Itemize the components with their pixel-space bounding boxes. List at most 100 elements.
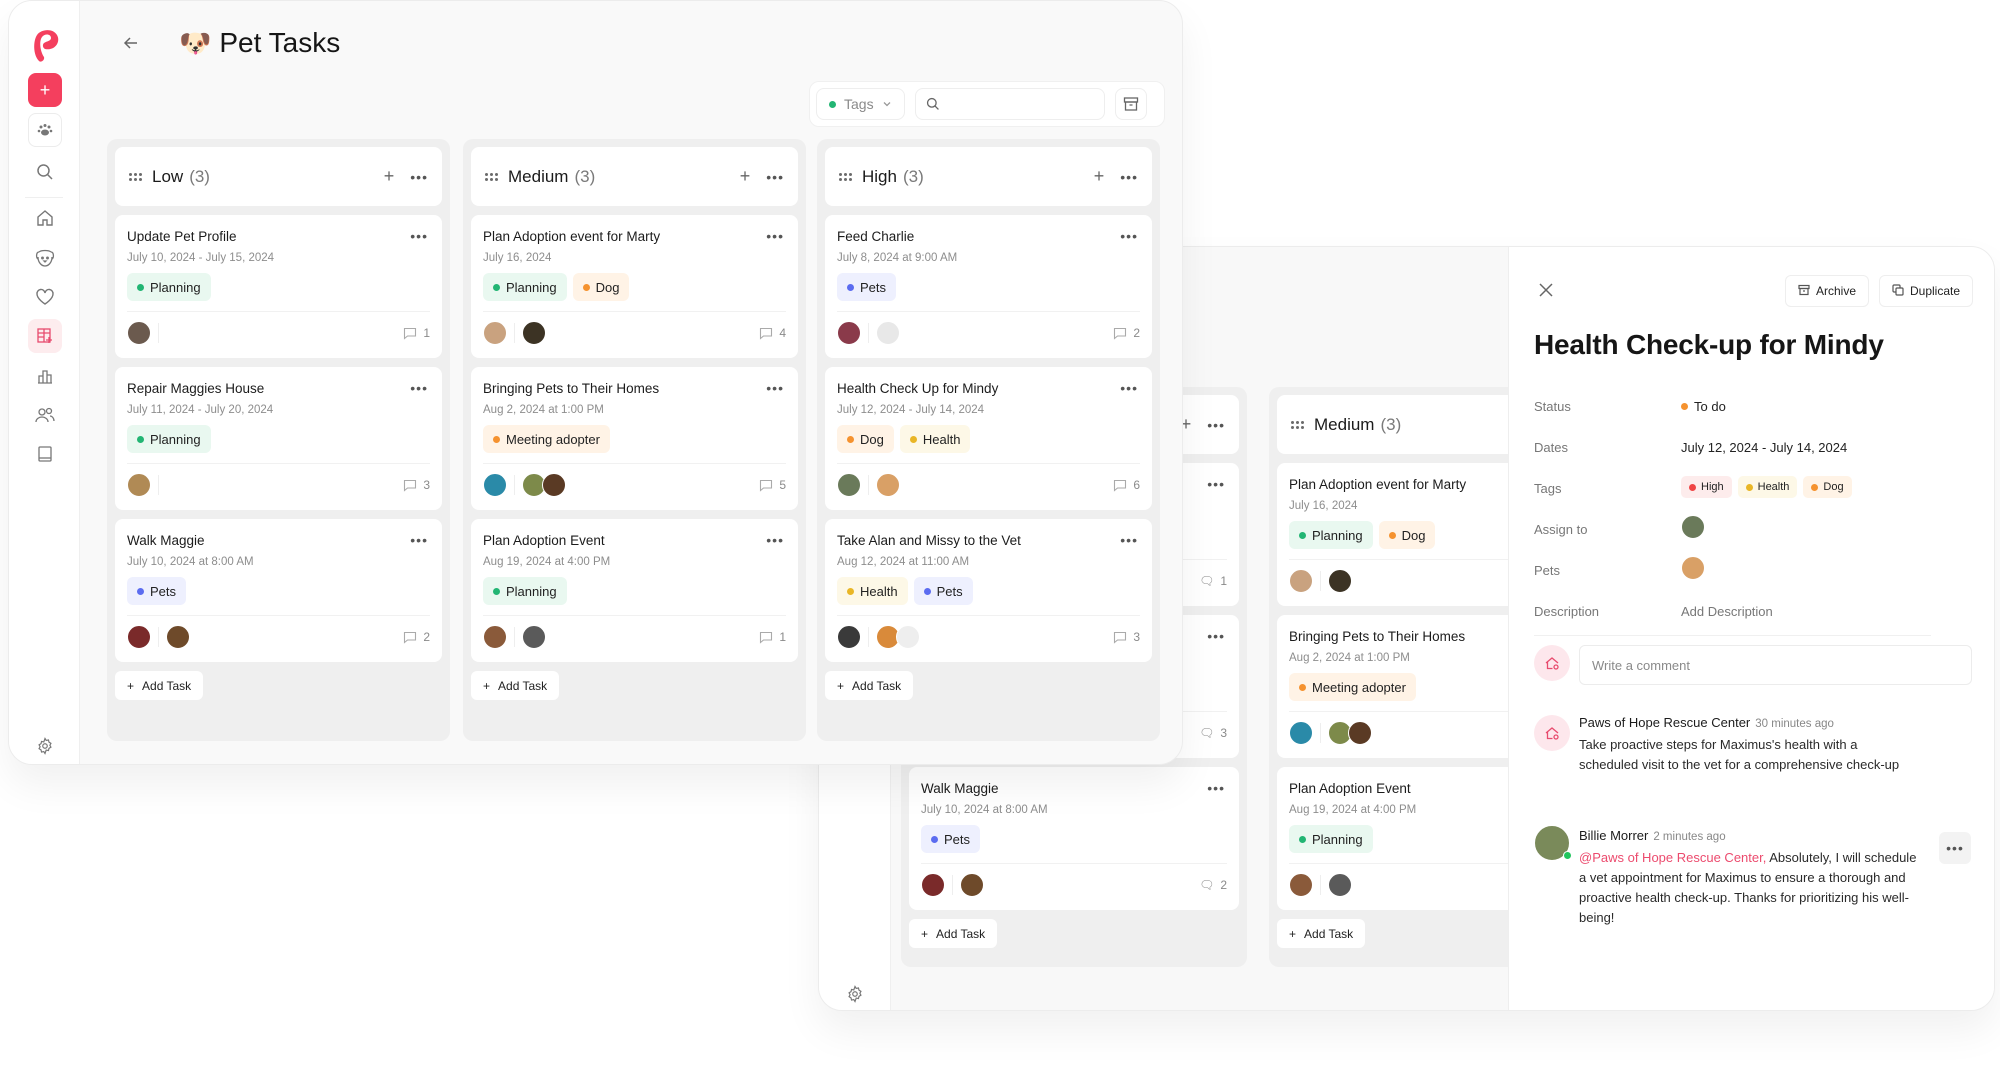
pet-avatar[interactable] — [542, 473, 566, 497]
add-task-button[interactable]: + Add Task — [909, 919, 998, 948]
avatar[interactable] — [1289, 721, 1313, 745]
task-card[interactable]: Plan Adoption Event Aug 19, 2024 at 4:00 … — [471, 519, 798, 662]
comment-count[interactable]: 3 — [403, 478, 430, 492]
assignee-avatar[interactable] — [1681, 515, 1705, 539]
comment-count[interactable]: 4 — [759, 326, 786, 340]
task-card[interactable]: Walk Maggie July 10, 2024 at 8:00 AM •••… — [909, 767, 1239, 910]
assignee-avatar[interactable] — [483, 321, 507, 345]
status-value[interactable]: To do — [1681, 399, 1726, 414]
favorites-nav-button[interactable] — [28, 280, 62, 314]
home-nav-button[interactable] — [28, 201, 62, 235]
add-card-icon[interactable]: + — [740, 166, 751, 187]
add-card-icon[interactable]: + — [1094, 166, 1105, 187]
avatar[interactable] — [1289, 873, 1313, 897]
comment-more-button[interactable]: ••• — [1939, 832, 1971, 864]
description-field[interactable]: Add Description — [1681, 604, 1773, 619]
pet-avatar[interactable] — [896, 625, 920, 649]
pet-avatar[interactable] — [1681, 556, 1705, 580]
comment-count[interactable]: 1 — [759, 630, 786, 644]
assignee-avatar[interactable] — [127, 473, 151, 497]
pet-avatar[interactable] — [960, 873, 984, 897]
comment-count[interactable]: 2 — [1113, 326, 1140, 340]
assignee-avatar[interactable] — [837, 625, 861, 649]
task-card[interactable]: Plan Adoption event for Marty July 16, 20… — [471, 215, 798, 358]
pet-avatar[interactable] — [876, 321, 900, 345]
task-card[interactable]: Repair Maggies House July 11, 2024 - July… — [115, 367, 442, 510]
pet-avatar[interactable] — [522, 625, 546, 649]
drag-handle-icon[interactable] — [839, 172, 852, 181]
more-icon[interactable]: ••• — [766, 170, 784, 184]
task-card[interactable]: Health Check Up for Mindy July 12, 2024 -… — [825, 367, 1152, 510]
assignee-avatar[interactable] — [837, 321, 861, 345]
more-icon[interactable]: ••• — [1207, 629, 1225, 643]
more-icon[interactable]: ••• — [410, 229, 428, 243]
comment-input[interactable] — [1579, 645, 1972, 685]
task-card[interactable]: Update Pet Profile July 10, 2024 - July 1… — [115, 215, 442, 358]
drag-handle-icon[interactable] — [485, 172, 498, 181]
search-input[interactable] — [914, 88, 1105, 120]
search-nav-button[interactable] — [28, 155, 62, 189]
add-button[interactable]: + — [28, 73, 62, 107]
pet-avatar[interactable] — [522, 321, 546, 345]
pets-nav-button[interactable] — [28, 241, 62, 275]
archive-toggle-button[interactable] — [1114, 88, 1147, 120]
comment-count[interactable]: 3 — [1113, 630, 1140, 644]
pet-avatar[interactable] — [876, 473, 900, 497]
assignee-avatar[interactable] — [127, 321, 151, 345]
settings-icon[interactable] — [846, 985, 864, 1008]
guides-nav-button[interactable] — [28, 437, 62, 471]
pet-avatar[interactable] — [1328, 873, 1352, 897]
more-icon[interactable]: ••• — [766, 533, 784, 547]
avatar[interactable] — [1289, 569, 1313, 593]
more-icon[interactable]: ••• — [766, 381, 784, 395]
reports-nav-button[interactable] — [28, 359, 62, 393]
drag-handle-icon[interactable] — [129, 172, 142, 181]
pet-avatar[interactable] — [166, 625, 190, 649]
add-task-button[interactable]: + Add Task — [1277, 919, 1366, 948]
more-icon[interactable]: ••• — [410, 533, 428, 547]
people-nav-button[interactable] — [28, 398, 62, 432]
comment-count[interactable]: 2 — [403, 630, 430, 644]
app-logo[interactable] — [31, 27, 61, 63]
more-icon[interactable]: ••• — [1120, 381, 1138, 395]
comment-count[interactable]: 5 — [759, 478, 786, 492]
more-icon[interactable]: ••• — [1120, 170, 1138, 184]
more-icon[interactable]: ••• — [1207, 477, 1225, 491]
settings-button[interactable] — [28, 729, 62, 763]
task-card[interactable]: Walk Maggie July 10, 2024 at 8:00 AM ••• Pe… — [115, 519, 442, 662]
assignee-avatar[interactable] — [127, 625, 151, 649]
add-card-icon[interactable]: + — [384, 166, 395, 187]
assignee-avatar[interactable] — [837, 473, 861, 497]
more-icon[interactable]: ••• — [1120, 229, 1138, 243]
close-icon[interactable] — [1537, 281, 1555, 299]
more-icon[interactable]: ••• — [766, 229, 784, 243]
tags-filter-dropdown[interactable]: Tags — [816, 88, 905, 120]
back-arrow-icon[interactable] — [121, 33, 141, 53]
archive-button[interactable]: Archive — [1785, 275, 1870, 307]
more-icon[interactable]: ••• — [410, 170, 428, 184]
more-icon[interactable]: ••• — [1120, 533, 1138, 547]
pet-avatar[interactable] — [1348, 721, 1372, 745]
mention-link[interactable]: @Paws of Hope Rescue Center, — [1579, 850, 1766, 865]
community-button[interactable] — [28, 113, 62, 147]
tags-value[interactable]: High Health Dog — [1681, 476, 1852, 498]
task-card[interactable]: Feed Charlie July 8, 2024 at 9:00 AM ••• Pe… — [825, 215, 1152, 358]
more-icon[interactable]: ••• — [1207, 781, 1225, 795]
comment-count[interactable]: 6 — [1113, 478, 1140, 492]
add-task-button[interactable]: + Add Task — [115, 671, 204, 700]
add-task-button[interactable]: + Add Task — [471, 671, 560, 700]
more-icon[interactable]: ••• — [1207, 418, 1225, 432]
pet-avatar[interactable] — [1328, 569, 1352, 593]
task-board-nav-button[interactable] — [28, 319, 62, 353]
comment-count[interactable]: 1 — [403, 326, 430, 340]
assignee-avatar[interactable] — [483, 473, 507, 497]
task-card[interactable]: Bringing Pets to Their Homes Aug 2, 2024 … — [471, 367, 798, 510]
more-icon[interactable]: ••• — [410, 381, 428, 395]
assignee-avatar[interactable] — [483, 625, 507, 649]
duplicate-button[interactable]: Duplicate — [1879, 275, 1974, 307]
avatar[interactable] — [921, 873, 945, 897]
task-card[interactable]: Take Alan and Missy to the Vet Aug 12, 20… — [825, 519, 1152, 662]
drag-handle-icon[interactable] — [1291, 420, 1304, 429]
dates-value[interactable]: July 12, 2024 - July 14, 2024 — [1681, 440, 1847, 455]
add-task-button[interactable]: + Add Task — [825, 671, 914, 700]
